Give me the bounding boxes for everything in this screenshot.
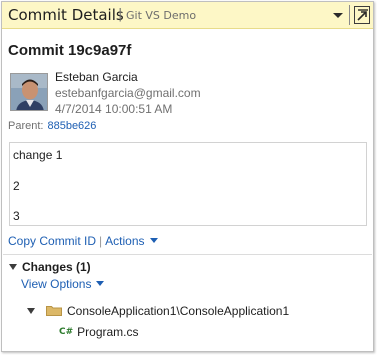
folder-icon [46, 305, 62, 317]
repo-name: Git VS Demo [126, 9, 197, 22]
title-separator: | [118, 7, 123, 22]
expand-triangle-icon[interactable] [27, 307, 35, 314]
tree-folder-row[interactable]: ConsoleApplication1\ConsoleApplication1 [27, 304, 289, 318]
actions-separator: | [99, 234, 103, 248]
copy-commit-id-link[interactable]: Copy Commit ID [8, 234, 96, 248]
message-line: change 1 [13, 148, 63, 162]
parent-commit-link[interactable]: 885be626 [47, 120, 96, 132]
commit-heading: Commit 19c9a97f [8, 42, 132, 59]
chevron-down-icon[interactable] [331, 7, 345, 23]
section-divider [3, 254, 372, 255]
view-options-label: View Options [21, 277, 92, 291]
message-line: 2 [13, 179, 20, 193]
avatar [10, 73, 48, 111]
expand-triangle-icon[interactable] [9, 263, 17, 270]
actions-label: Actions [105, 234, 145, 248]
chevron-down-icon [149, 238, 158, 244]
parent-label: Parent: [8, 120, 44, 132]
changes-label: Changes (1) [22, 260, 91, 274]
commit-message-box[interactable]: change 1 2 3 [9, 142, 367, 226]
author-name: Esteban Garcia [55, 70, 138, 84]
changes-section-header[interactable]: Changes (1) [9, 260, 91, 274]
panel-titlebar: Commit Details | Git VS Demo [2, 2, 373, 29]
author-email: estebanfgarcia@gmail.com [55, 86, 201, 100]
actions-row: Copy Commit ID | Actions [8, 234, 158, 248]
message-line: 3 [13, 209, 20, 223]
tree-file-row[interactable]: C# Program.cs [59, 325, 139, 339]
actions-dropdown[interactable]: Actions [105, 234, 158, 248]
chevron-down-icon [96, 281, 105, 287]
csharp-file-icon: C# [59, 326, 74, 337]
folder-label: ConsoleApplication1\ConsoleApplication1 [67, 304, 290, 318]
view-options-dropdown[interactable]: View Options [21, 277, 105, 291]
title-divider [349, 5, 350, 25]
panel-title: Commit Details [8, 6, 124, 24]
commit-date: 4/7/2014 10:00:51 AM [55, 102, 173, 116]
file-label: Program.cs [77, 325, 139, 339]
commit-details-panel: Commit Details | Git VS Demo Commit 19c9… [1, 1, 374, 352]
parent-row: Parent: 885be626 [8, 120, 96, 132]
popout-icon[interactable] [354, 6, 370, 24]
